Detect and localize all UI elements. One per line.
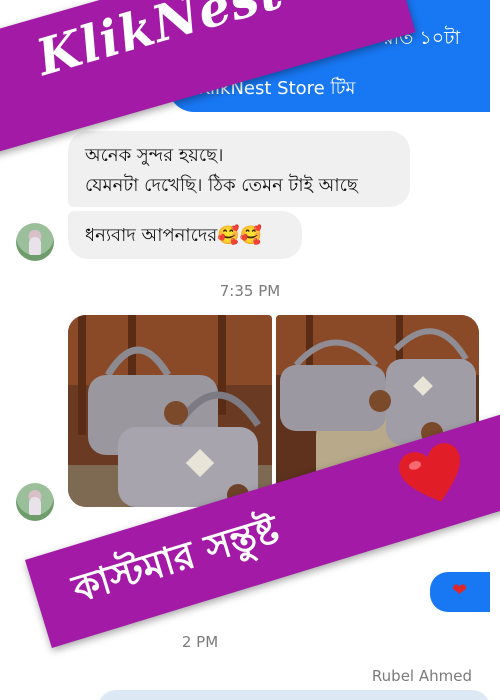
caption-text: কাস্টমার সন্তুষ্ট: [67, 506, 284, 612]
brand-name: KlikNest: [30, 0, 290, 88]
message-timestamp: 7:35 PM: [219, 282, 281, 300]
incoming-message-line-1: অনেক সুন্দর হয়ছে।: [85, 145, 224, 166]
next-attachment-preview[interactable]: [98, 690, 490, 700]
messenger-screen: ১০টা – রাত ১০টা - KlikNest Store টিম অনে…: [0, 0, 500, 700]
message-timestamp-2: 2 PM: [181, 633, 219, 651]
sender-name: Rubel Ahmed: [371, 667, 472, 685]
incoming-message-bubble-thanks[interactable]: ধন্যবাদ আপনাদের🥰🥰: [68, 211, 302, 259]
red-heart-icon: ❤: [452, 580, 468, 601]
incoming-message-bubble[interactable]: অনেক সুন্দর হয়ছে। যেমনটা দেখেছি। ঠিক তে…: [68, 131, 410, 207]
sender-avatar-2[interactable]: [16, 483, 54, 521]
photo-attachment-1[interactable]: [68, 315, 272, 507]
incoming-message-text: ধন্যবাদ আপনাদের🥰🥰: [85, 225, 263, 246]
incoming-message-line-2: যেমনটা দেখেছি। ঠিক তেমন টাই আছে: [85, 175, 358, 196]
sender-avatar[interactable]: [16, 223, 54, 261]
red-heart-icon: [399, 443, 460, 502]
